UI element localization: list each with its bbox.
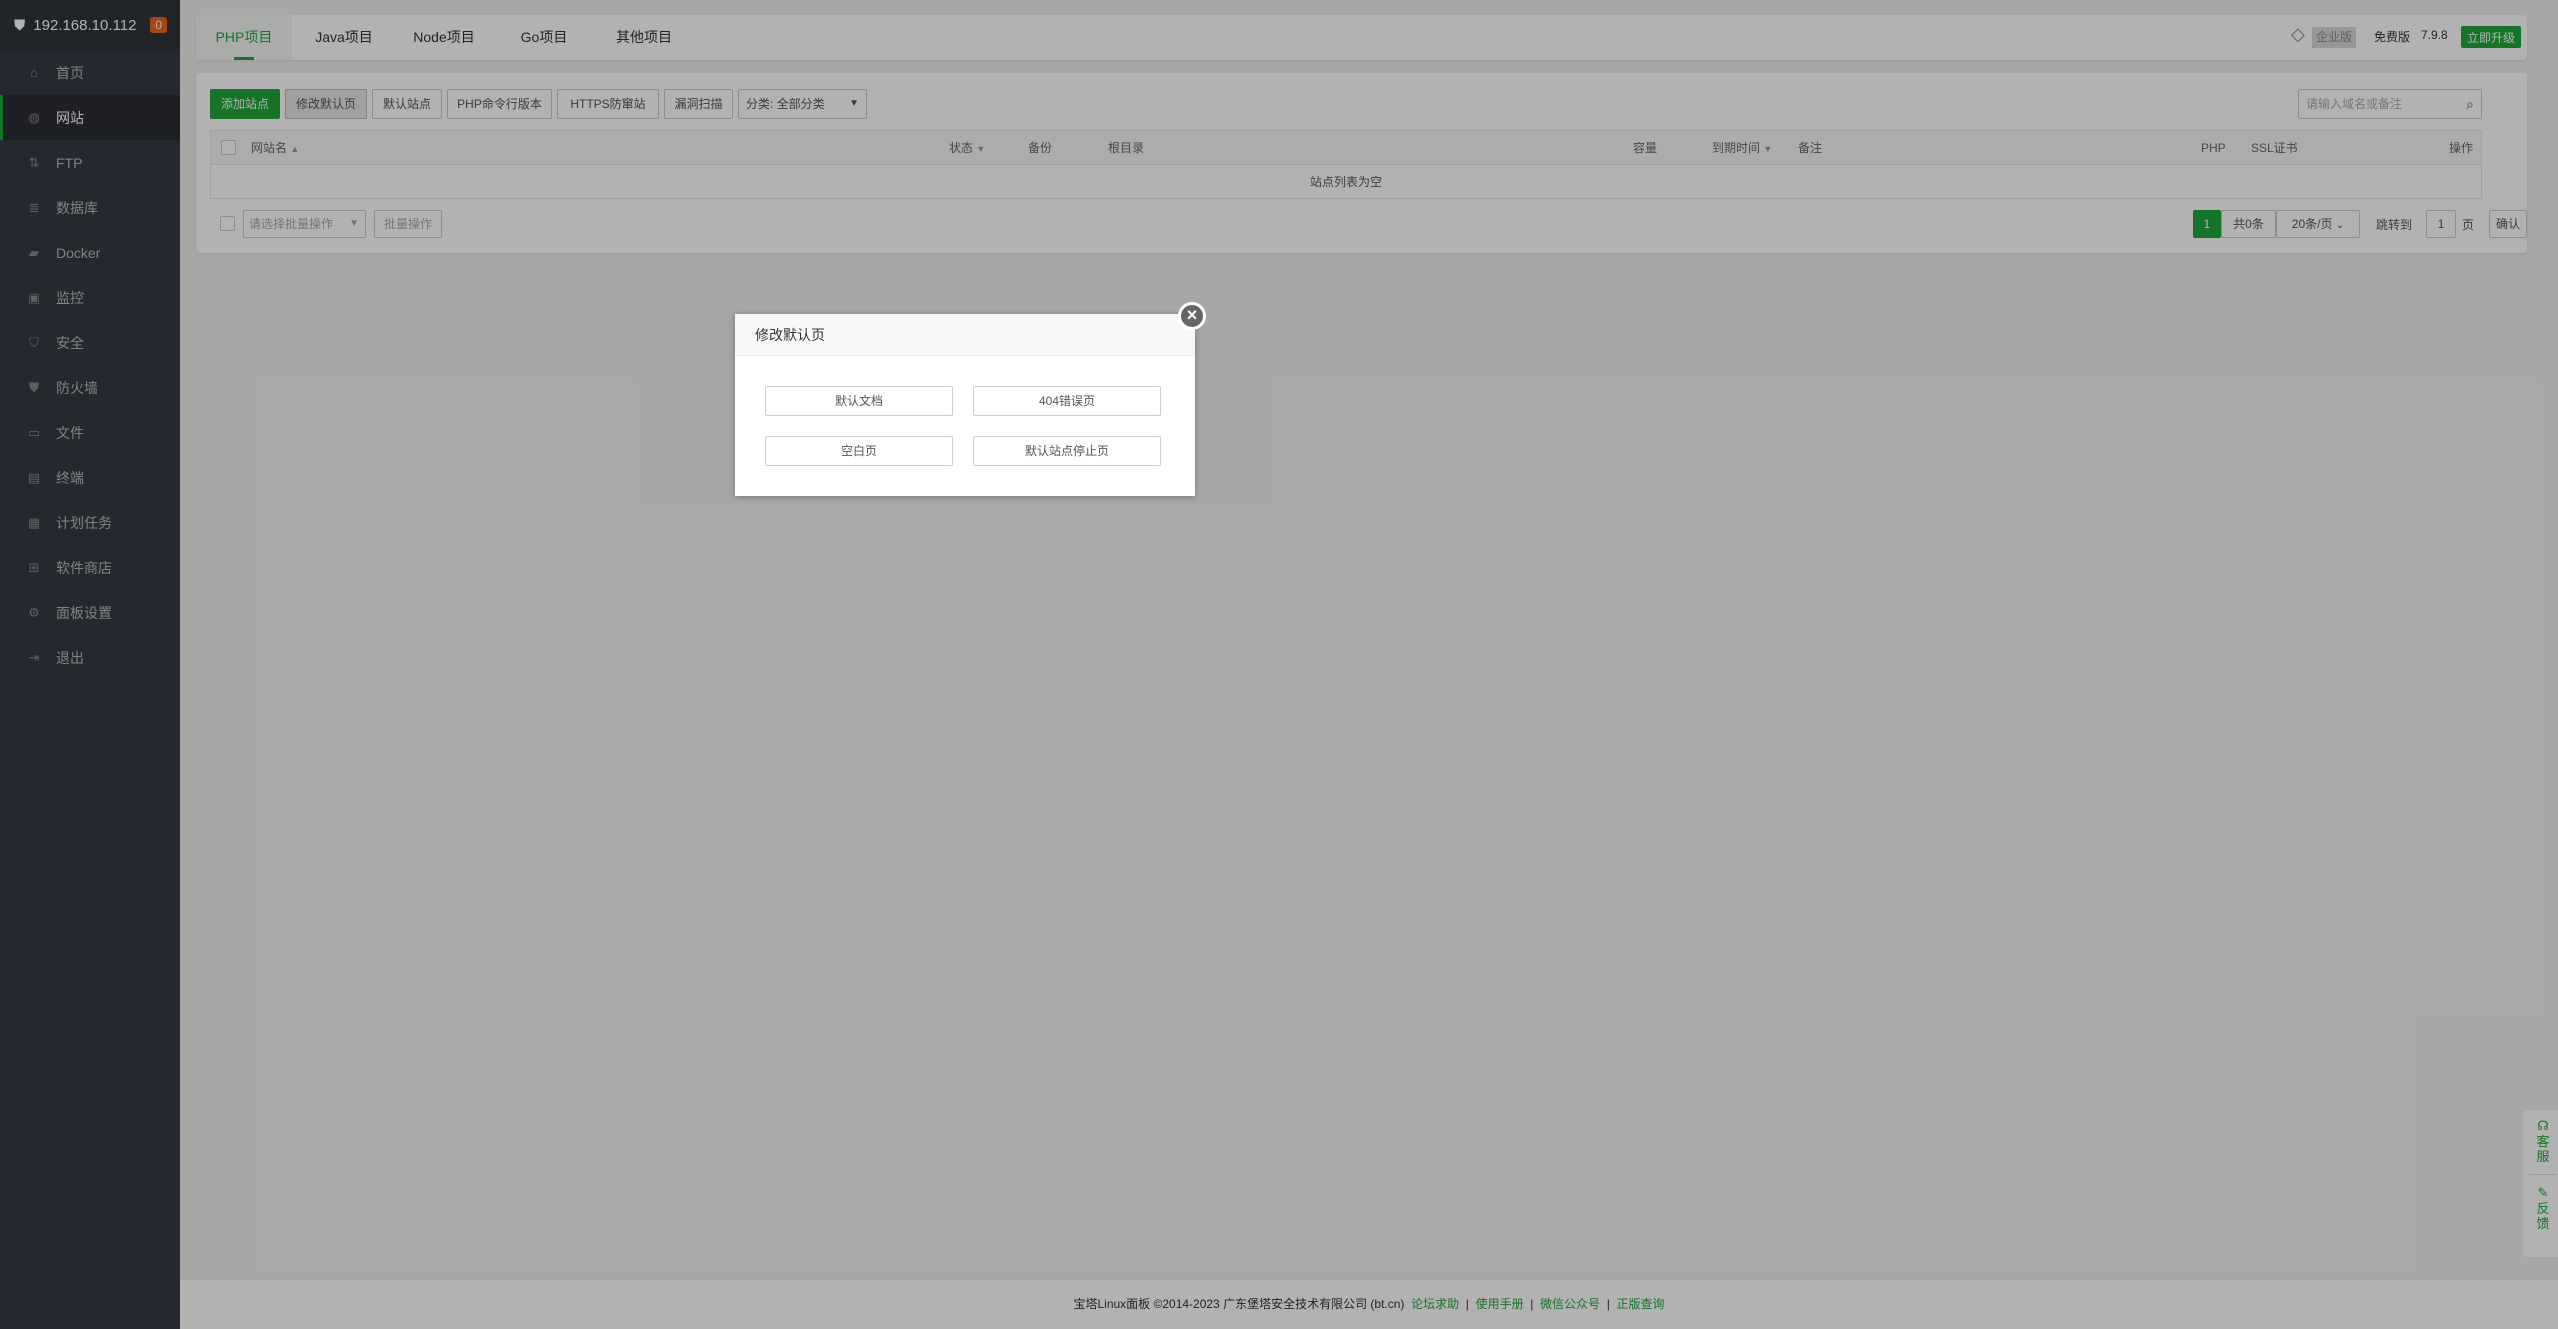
modal-overlay[interactable] (0, 0, 2558, 1329)
error-404-page-button[interactable]: 404错误页 (973, 386, 1161, 416)
default-document-button[interactable]: 默认文档 (765, 386, 953, 416)
modify-default-page-dialog: 修改默认页 默认文档 404错误页 空白页 默认站点停止页 (735, 314, 1195, 496)
blank-page-button[interactable]: 空白页 (765, 436, 953, 466)
dialog-title: 修改默认页 (735, 314, 1195, 356)
close-icon[interactable]: × (1178, 302, 1206, 330)
site-stopped-page-button[interactable]: 默认站点停止页 (973, 436, 1161, 466)
